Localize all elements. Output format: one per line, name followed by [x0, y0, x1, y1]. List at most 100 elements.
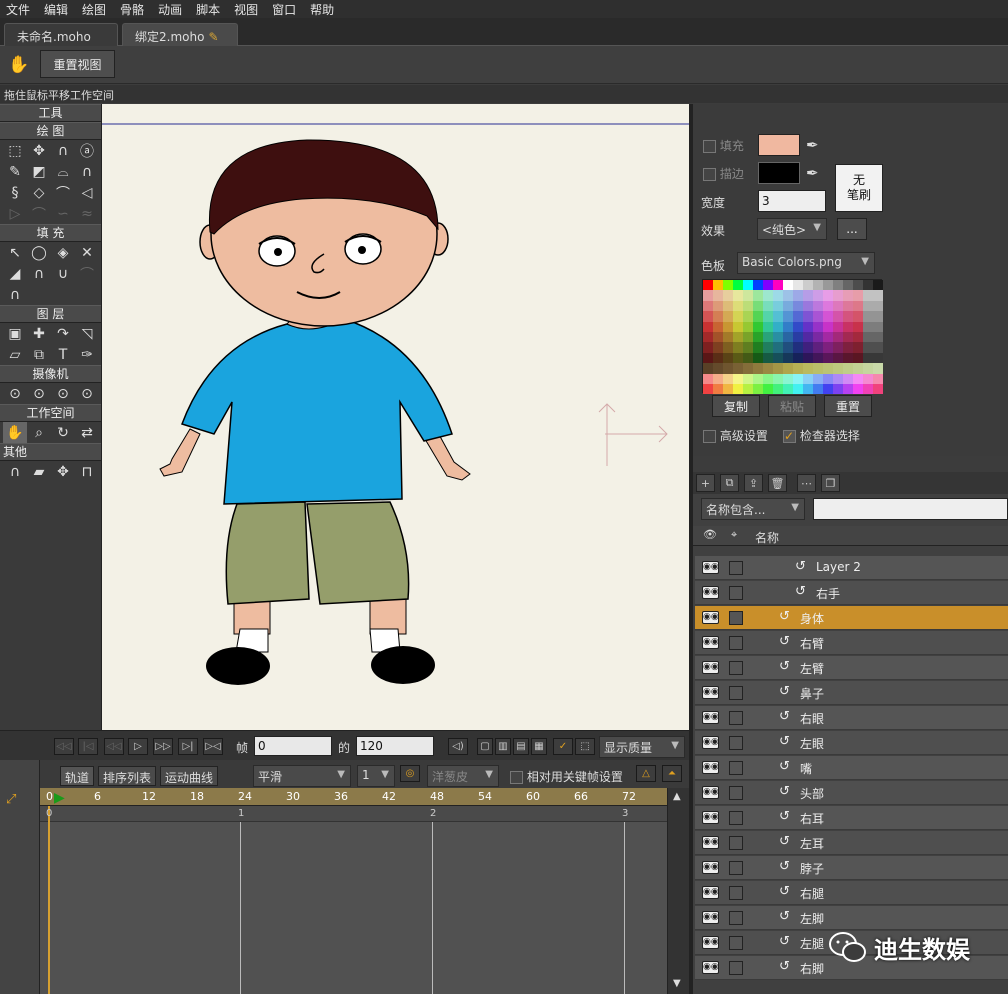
palette-swatch[interactable] [733, 352, 743, 364]
inspector-checkbox[interactable]: ✓ [783, 430, 796, 443]
palette-swatch[interactable] [873, 342, 883, 353]
layer-row[interactable]: ◉◉ ↺ 左耳 [695, 831, 1008, 855]
palette-swatch[interactable] [743, 384, 753, 395]
palette-swatch[interactable] [713, 280, 723, 291]
palette-swatch[interactable] [793, 290, 803, 301]
palette-swatch[interactable] [833, 384, 843, 395]
palette-swatch[interactable] [803, 342, 813, 353]
fill-eyedropper-icon[interactable]: ✒ [806, 136, 819, 154]
palette-swatch[interactable] [823, 332, 833, 343]
eye-icon[interactable]: ◉◉ [702, 911, 719, 924]
orbit-workspace-icon[interactable]: ⇄ [75, 422, 99, 443]
lock-icon[interactable]: ⊓ [75, 461, 99, 482]
palette-swatch[interactable] [753, 332, 763, 343]
palette-swatch[interactable] [733, 311, 743, 322]
layer-row[interactable]: ◉◉ ↺ 脖子 [695, 856, 1008, 880]
loop-icon[interactable]: ▷◁ [203, 738, 223, 755]
view-quad-icon[interactable]: ▦ [531, 738, 547, 755]
delete-edge-icon[interactable]: ◇ [27, 182, 51, 203]
palette-swatch[interactable] [853, 280, 863, 291]
palette-swatch[interactable] [773, 373, 783, 384]
palette-swatch[interactable] [733, 373, 743, 384]
palette-swatch[interactable] [803, 373, 813, 384]
layer-lock-toggle[interactable] [729, 736, 743, 750]
frame-ruler[interactable]: ▶ 0 6 12 18 24 30 36 42 48 54 60 66 72 [40, 788, 667, 806]
select-shape-icon[interactable]: ↖ [3, 242, 27, 263]
advanced-checkbox-wrap[interactable]: 高级设置 [703, 427, 768, 444]
palette-swatch[interactable] [743, 311, 753, 322]
palette-swatch[interactable] [863, 352, 873, 364]
palette-swatch[interactable] [713, 363, 723, 374]
eye-icon[interactable]: ◉◉ [702, 736, 719, 749]
palette-swatch[interactable] [873, 311, 883, 322]
camera-track-icon[interactable]: ⊙ [3, 383, 27, 404]
draw-shape-icon[interactable]: ◩ [27, 161, 51, 182]
palette-swatch[interactable] [723, 332, 733, 343]
eye-icon[interactable]: ◉◉ [702, 786, 719, 799]
width-field[interactable]: 3 [758, 190, 826, 212]
palette-swatch[interactable] [863, 332, 873, 343]
eye-icon[interactable]: ◉◉ [702, 836, 719, 849]
add-point-icon[interactable]: ∩ [51, 140, 75, 161]
palette-swatch[interactable] [833, 373, 843, 384]
palette-swatch[interactable] [733, 321, 743, 332]
palette-swatch[interactable] [723, 321, 733, 332]
blob-brush-icon[interactable]: § [3, 182, 27, 203]
palette-swatch[interactable] [793, 280, 803, 291]
timeline-tracks[interactable]: 0 1 2 3 [40, 806, 667, 994]
palette-swatch[interactable] [863, 321, 873, 332]
palette-swatch[interactable] [823, 280, 833, 291]
palette-swatch[interactable] [763, 352, 773, 364]
magnet-icon[interactable]: ∩ [75, 161, 99, 182]
hide-edge-icon[interactable]: ∩ [27, 263, 51, 284]
palette-swatch[interactable] [733, 300, 743, 312]
palette-swatch[interactable] [733, 290, 743, 301]
step-dropdown[interactable]: 1 [357, 765, 395, 787]
palette-swatch[interactable] [843, 332, 853, 343]
palette-swatch[interactable] [703, 332, 713, 343]
menu-edit[interactable]: 编辑 [44, 1, 68, 18]
paint-bucket-icon[interactable]: ◈ [51, 242, 75, 263]
palette-swatch[interactable] [853, 321, 863, 332]
palette-swatch[interactable] [713, 342, 723, 353]
palette-swatch[interactable] [833, 300, 843, 312]
palette-swatch[interactable] [793, 300, 803, 312]
palette-swatch[interactable] [713, 332, 723, 343]
display-quality-dropdown[interactable]: 显示质量 [599, 736, 685, 758]
palette-swatch[interactable] [843, 311, 853, 322]
palette-swatch[interactable] [703, 311, 713, 322]
palette-swatch[interactable] [743, 300, 753, 312]
layer-row[interactable]: ◉◉ ↺ Layer 2 [695, 556, 1008, 580]
palette-swatch[interactable] [783, 332, 793, 343]
delete-layer-icon[interactable]: 🗑 [768, 474, 787, 492]
layer-row[interactable]: ◉◉ ↺ 左臂 [695, 656, 1008, 680]
layer-row[interactable]: ◉◉ ↺ 右臂 [695, 631, 1008, 655]
create-shape-icon[interactable]: ◯ [27, 242, 51, 263]
menu-draw[interactable]: 绘图 [82, 1, 106, 18]
palette-swatch[interactable] [703, 300, 713, 312]
palette-swatch[interactable] [843, 342, 853, 353]
palette-swatch[interactable] [783, 342, 793, 353]
palette-swatch[interactable] [763, 321, 773, 332]
patch-icon[interactable]: ▰ [27, 461, 51, 482]
switch-layer-icon[interactable]: ⧉ [27, 344, 51, 365]
palette-swatch[interactable] [823, 321, 833, 332]
palette-swatch[interactable] [873, 352, 883, 364]
palette-swatch[interactable] [873, 300, 883, 312]
drawing-canvas[interactable] [102, 104, 689, 730]
layer-lock-toggle[interactable] [729, 786, 743, 800]
palette-swatch[interactable] [853, 363, 863, 374]
stroke-color-swatch[interactable] [758, 162, 800, 184]
palette-swatch[interactable] [843, 300, 853, 312]
layer-row[interactable]: ◉◉ ↺ 左眼 [695, 731, 1008, 755]
layer-row[interactable]: ◉◉ ↺ 嘴 [695, 756, 1008, 780]
palette-swatch[interactable] [853, 311, 863, 322]
palette-swatch[interactable] [703, 373, 713, 384]
set-origin-icon[interactable]: ▣ [3, 323, 27, 344]
keyframe-up-icon[interactable]: △ [636, 765, 656, 782]
camera-pan-icon[interactable]: ⊙ [75, 383, 99, 404]
palette-swatch[interactable] [813, 352, 823, 364]
layer-row[interactable]: ◉◉ ↺ 头部 [695, 781, 1008, 805]
palette-swatch[interactable] [813, 332, 823, 343]
palette-swatch[interactable] [733, 363, 743, 374]
